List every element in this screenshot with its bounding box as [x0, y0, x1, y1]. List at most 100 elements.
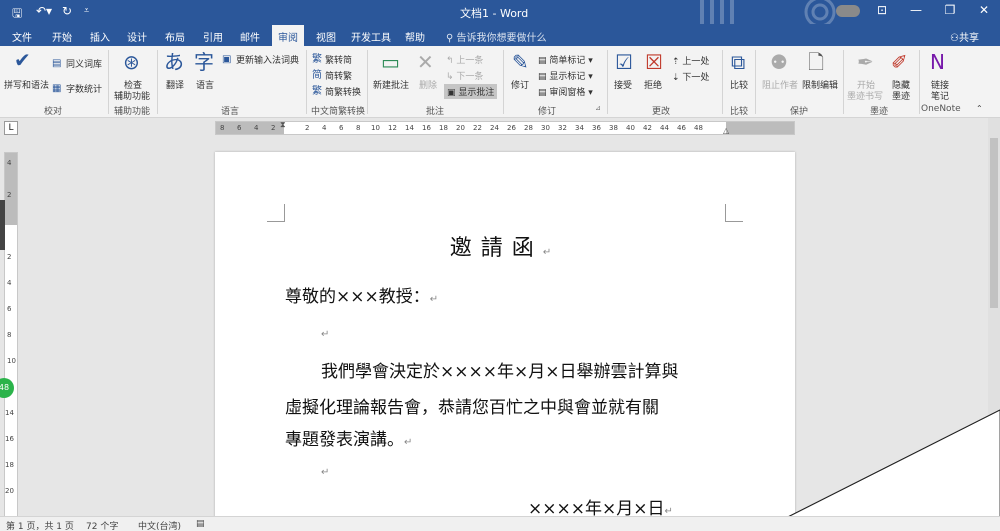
paragraph-mark: ↵ [321, 467, 330, 478]
group-compare: 比较 [730, 107, 749, 117]
restrict-editing-button[interactable]: 限制编辑 [802, 78, 838, 91]
side-panel-handle[interactable] [0, 200, 5, 250]
document-title-text: 邀請函 [449, 236, 543, 261]
markup-select[interactable]: ▤ 简单标记 ▾ [538, 53, 593, 66]
reviewing-pane-button[interactable]: ▤ 审阅窗格 ▾ [538, 85, 593, 98]
tab-design[interactable]: 设计 [127, 29, 147, 44]
scrollbar-thumb[interactable] [990, 138, 998, 308]
tab-developer[interactable]: 开发工具 [351, 29, 391, 44]
update-ime-dictionary-button[interactable]: 更新输入法词典 [236, 53, 299, 66]
ruler-tick: 6 [237, 124, 242, 132]
tab-home[interactable]: 开始 [52, 29, 72, 44]
tab-references[interactable]: 引用 [203, 29, 223, 44]
prev-change-button[interactable]: ⇡ 上一处 [672, 54, 709, 67]
body-line[interactable]: 虛擬化理論報告會，恭請您百忙之中與會並就有關 [285, 393, 659, 418]
account-avatar[interactable] [836, 5, 860, 17]
delete-comment-button[interactable]: 删除 [419, 78, 437, 91]
reject-change-button[interactable]: 拒绝 [644, 78, 662, 91]
horizontal-ruler[interactable]: ⧗ △ 8 6 4 2 2 4 6 8 10 12 14 16 18 20 22… [215, 120, 795, 135]
chinese-convert-button[interactable]: 简繁转换 [325, 85, 361, 98]
minimize-button[interactable]: — [904, 3, 928, 17]
salutation-line[interactable]: 尊敬的×××教授：↵ [285, 282, 438, 307]
tab-view[interactable]: 视图 [316, 29, 336, 44]
word-count-icon: ▦ [52, 83, 62, 94]
empty-paragraph[interactable]: ↵ [321, 322, 329, 342]
restore-button[interactable]: ❐ [938, 3, 962, 17]
spelling-grammar-button[interactable]: 拼写和语法 [4, 78, 49, 91]
language-button[interactable]: 语言 [196, 78, 214, 91]
next-comment-button[interactable]: ↳ 下一条 [446, 69, 483, 82]
group-ink: 墨迹 [870, 107, 889, 117]
tab-file[interactable]: 文件 [12, 29, 32, 44]
customize-qat-icon[interactable]: ⩡ [84, 6, 89, 16]
ruler-tick: 16 [422, 124, 431, 132]
close-button[interactable]: ✕ [972, 3, 996, 17]
tab-review[interactable]: 审阅 [272, 25, 304, 46]
vertical-ruler[interactable]: 4 2 2 4 6 8 10 12 14 16 18 20 [4, 152, 18, 517]
track-changes-button[interactable]: 修订 [511, 78, 529, 91]
group-chinese-conversion: 中文简繁转换 [311, 107, 366, 117]
body-line[interactable]: 專題發表演講。↵ [285, 425, 412, 450]
hide-ink-label2[interactable]: 墨迹 [892, 89, 910, 102]
tracking-dialog-launcher-icon[interactable]: ⊿ [595, 104, 601, 112]
word-count-button[interactable]: 字数统计 [66, 82, 102, 95]
macro-record-icon[interactable]: ▤ [196, 519, 205, 529]
empty-paragraph[interactable]: ↵ [321, 460, 329, 480]
check-accessibility-label2[interactable]: 辅助功能 [114, 89, 150, 102]
crop-mark [725, 204, 743, 222]
group-separator [157, 50, 158, 114]
person-icon: ⚇ [950, 33, 959, 44]
word-count[interactable]: 72 个字 [86, 519, 118, 531]
thesaurus-button[interactable]: 同义词库 [66, 57, 102, 70]
vertical-scrollbar[interactable] [988, 118, 1000, 516]
language-status[interactable]: 中文(台湾) [138, 519, 181, 531]
start-inking-label2[interactable]: 墨迹书写 [847, 89, 883, 102]
simp-to-trad-button[interactable]: 简转繁 [325, 69, 352, 82]
undo-icon[interactable]: ↶▾ [36, 4, 52, 18]
tell-me-search[interactable]: ⚲ 告诉我你想要做什么 [446, 29, 547, 44]
reviewing-pane-label: 审阅窗格 [549, 88, 586, 98]
reject-change-icon: ☒ [645, 50, 663, 74]
show-markup-button[interactable]: ▤ 显示标记 ▾ [538, 69, 593, 82]
show-comments-button[interactable]: ▣ 显示批注 [444, 84, 498, 99]
group-protect: 保护 [790, 107, 809, 117]
compare-button[interactable]: 比较 [730, 78, 748, 91]
ruler-tick: 24 [490, 124, 499, 132]
block-authors-button[interactable]: 阻止作者 [762, 78, 798, 91]
ruler-tick: 32 [558, 124, 567, 132]
page-count[interactable]: 第 1 页，共 1 页 [6, 519, 74, 531]
prev-change-icon: ⇡ [672, 57, 683, 67]
collapse-ribbon-icon[interactable]: ⌃ [976, 104, 983, 113]
translate-button[interactable]: 翻译 [166, 78, 184, 91]
markup-icon: ▤ [538, 56, 550, 66]
tab-insert[interactable]: 插入 [90, 29, 110, 44]
tab-help[interactable]: 帮助 [405, 29, 425, 44]
prev-comment-label: 上一条 [456, 56, 484, 66]
ruler-tick: 8 [220, 124, 225, 132]
accept-change-button[interactable]: 接受 [614, 78, 632, 91]
crop-mark [267, 204, 285, 222]
linked-notes-label2[interactable]: 笔记 [931, 89, 949, 102]
document-title[interactable]: 邀請函↵ [215, 230, 795, 262]
tab-mailings[interactable]: 邮件 [240, 29, 260, 44]
redo-icon[interactable]: ↻ [62, 4, 72, 18]
right-indent-marker-icon[interactable]: △ [723, 126, 729, 135]
next-change-button[interactable]: ⇣ 下一处 [672, 70, 709, 83]
share-button[interactable]: ⚇共享 [950, 29, 979, 44]
trad-to-simp-button[interactable]: 繁转简 [325, 53, 352, 66]
ribbon-display-options-icon[interactable]: ⊡ [870, 3, 894, 17]
tab-selector-icon[interactable]: L [4, 121, 18, 135]
update-ime-icon: ▣ [222, 54, 232, 65]
paragraph-mark: ↵ [404, 437, 413, 448]
salutation-text: 尊敬的×××教授： [285, 287, 430, 307]
group-language: 语言 [221, 107, 240, 117]
group-onenote: OneNote [921, 104, 961, 114]
tab-layout[interactable]: 布局 [165, 29, 185, 44]
prev-comment-button[interactable]: ↰ 上一条 [446, 53, 483, 66]
group-separator [108, 50, 109, 114]
document-page[interactable]: 邀請函↵ 尊敬的×××教授：↵ ↵ 我們學會決定於××××年×月×日舉辦雲計算與… [215, 152, 795, 531]
indent-marker-icon[interactable]: ⧗ [280, 120, 286, 130]
save-icon[interactable]: 🖫 [12, 4, 22, 25]
new-comment-button[interactable]: 新建批注 [373, 78, 409, 91]
body-line[interactable]: 我們學會決定於××××年×月×日舉辦雲計算與 [321, 357, 678, 382]
